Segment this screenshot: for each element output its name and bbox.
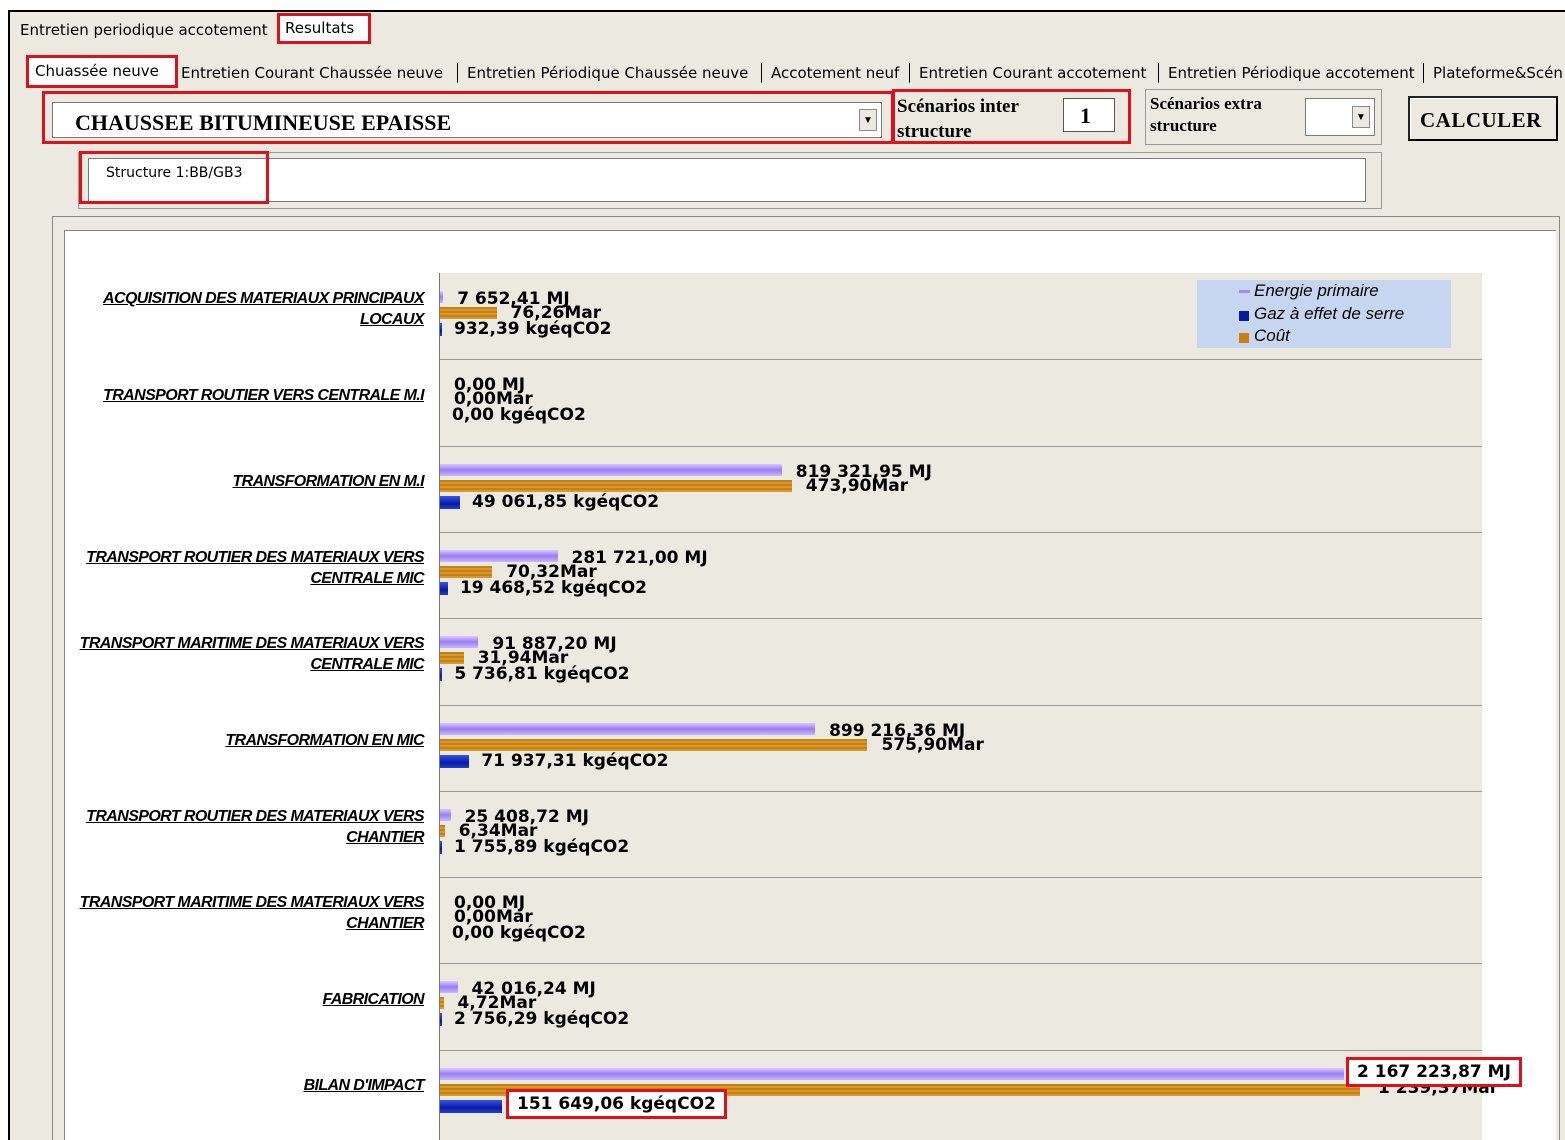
data-label-energy: 2 167 223,87 MJ (1346, 1056, 1522, 1087)
category-label: BILAN D'IMPACT (303, 1077, 425, 1095)
category-label: TRANSPORT ROUTIER DES MATERIAUX VERS CEN… (86, 549, 424, 588)
tab-separator (909, 63, 910, 83)
subtab-entretien-periodique-chaussee-neuve[interactable]: Entretien Périodique Chaussée neuve (467, 64, 748, 82)
data-label-ghg: 0,00 kgéqCO2 (452, 923, 586, 944)
bar-ghg (440, 840, 442, 854)
bar-ghg (440, 1013, 442, 1027)
tab-separator (1158, 63, 1159, 83)
category-label: TRANSFORMATION EN MIC (225, 732, 424, 750)
subtab-entretien-periodique-accotement[interactable]: Entretien Périodique accotement (1168, 64, 1415, 82)
gridline (440, 963, 1482, 965)
bar-energy (440, 808, 451, 821)
highlight-box (892, 89, 1131, 144)
legend-ghg-swatch (1239, 311, 1249, 321)
gridline (440, 445, 1482, 447)
tab-separator (1423, 63, 1424, 83)
structure-name-field[interactable]: Structure 1:BB/GB3 (88, 158, 1366, 202)
category-label: TRANSPORT MARITIME DES MATERIAUX VERS CE… (79, 635, 425, 674)
data-label-ghg: 71 937,31 kgéqCO2 (481, 750, 669, 771)
subtab-entretien-courant-chaussee-neuve[interactable]: Entretien Courant Chaussée neuve (181, 64, 443, 82)
gridline (440, 877, 1482, 879)
gridline (440, 531, 1482, 533)
category-label: FABRICATION (322, 991, 424, 1009)
gridline (440, 790, 1482, 792)
data-label-ghg: 151 649,06 kgéqCO2 (506, 1088, 727, 1119)
data-label-ghg: 932,39 kgéqCO2 (454, 319, 612, 339)
legend-energy-label: Energie primaire (1254, 281, 1379, 300)
data-label-ghg: 49 061,85 kgéqCO2 (472, 491, 660, 512)
category-label: TRANSPORT ROUTIER DES MATERIAUX VERS CHA… (86, 807, 424, 846)
tab-separator (457, 63, 458, 83)
chart-legend: Energie primaire Gaz à effet de serre Co… (1197, 280, 1451, 348)
bar-ghg (440, 754, 470, 768)
gridline (440, 618, 1482, 620)
bar-energy (440, 549, 558, 562)
legend-energy-swatch (1239, 290, 1250, 293)
chevron-down-icon[interactable]: ▼ (1352, 106, 1370, 128)
category-label: TRANSFORMATION EN M.I (232, 473, 424, 491)
bar-energy (440, 722, 816, 735)
scenarios-extra-label: Scénarios extra structure (1150, 94, 1262, 135)
highlight-box (277, 13, 371, 44)
data-label-ghg: 1 755,89 kgéqCO2 (454, 836, 630, 857)
bar-cost (440, 738, 868, 751)
bar-ghg (440, 1099, 502, 1113)
bar-ghg (440, 495, 461, 509)
scenarios-extra-select[interactable]: ▼ (1305, 98, 1375, 136)
data-label-ghg: 19 468,52 kgéqCO2 (459, 577, 647, 598)
bar-energy (440, 291, 444, 303)
bar-cost (440, 824, 445, 837)
category-label: TRANSPORT ROUTIER VERS CENTRALE M.I (103, 386, 425, 404)
gridline (440, 1049, 1482, 1051)
bar-energy (440, 1067, 1344, 1080)
bar-ghg (440, 323, 442, 336)
category-label: TRANSPORT MARITIME DES MATERIAUX VERS CH… (79, 894, 425, 933)
data-label-ghg: 5 736,81 kgéqCO2 (454, 664, 630, 685)
data-label-ghg: 0,00 kgéqCO2 (452, 405, 586, 426)
bar-cost (440, 997, 444, 1010)
bar-cost (440, 479, 792, 492)
bar-energy (440, 981, 458, 994)
highlight-box (26, 55, 178, 88)
gridline (440, 704, 1482, 706)
legend-ghg-label: Gaz à effet de serre (1254, 304, 1405, 323)
bar-energy (440, 463, 782, 476)
highlight-box (42, 91, 894, 144)
tab-separator (761, 63, 762, 83)
bar-energy (440, 636, 479, 649)
subtab-entretien-courant-accotement[interactable]: Entretien Courant accotement (919, 64, 1146, 82)
legend-cost-swatch (1239, 333, 1249, 343)
subtab-accotement-neuf[interactable]: Accotement neuf (771, 64, 899, 82)
calculer-button-label: CALCULER (1420, 108, 1542, 132)
data-label-cost: 575,90Mar (881, 734, 984, 755)
legend-cost-label: Coût (1254, 326, 1290, 345)
bar-ghg (440, 581, 448, 595)
bar-cost (440, 565, 493, 578)
calculer-button[interactable]: CALCULER (1408, 96, 1558, 141)
gridline (440, 359, 1482, 361)
data-label-ghg: 2 756,29 kgéqCO2 (454, 1009, 630, 1030)
category-label: ACQUISITION DES MATERIAUX PRINCIPAUX LOC… (103, 290, 425, 329)
highlight-box (79, 151, 269, 204)
subtab-plateforme-scenarios[interactable]: Plateforme&Scén (1433, 64, 1563, 82)
tab-entretien-periodique-accotement[interactable]: Entretien periodique accotement (20, 21, 268, 39)
bar-cost (440, 652, 464, 665)
bar-ghg (440, 668, 443, 682)
data-label-cost: 473,90Mar (805, 475, 909, 496)
